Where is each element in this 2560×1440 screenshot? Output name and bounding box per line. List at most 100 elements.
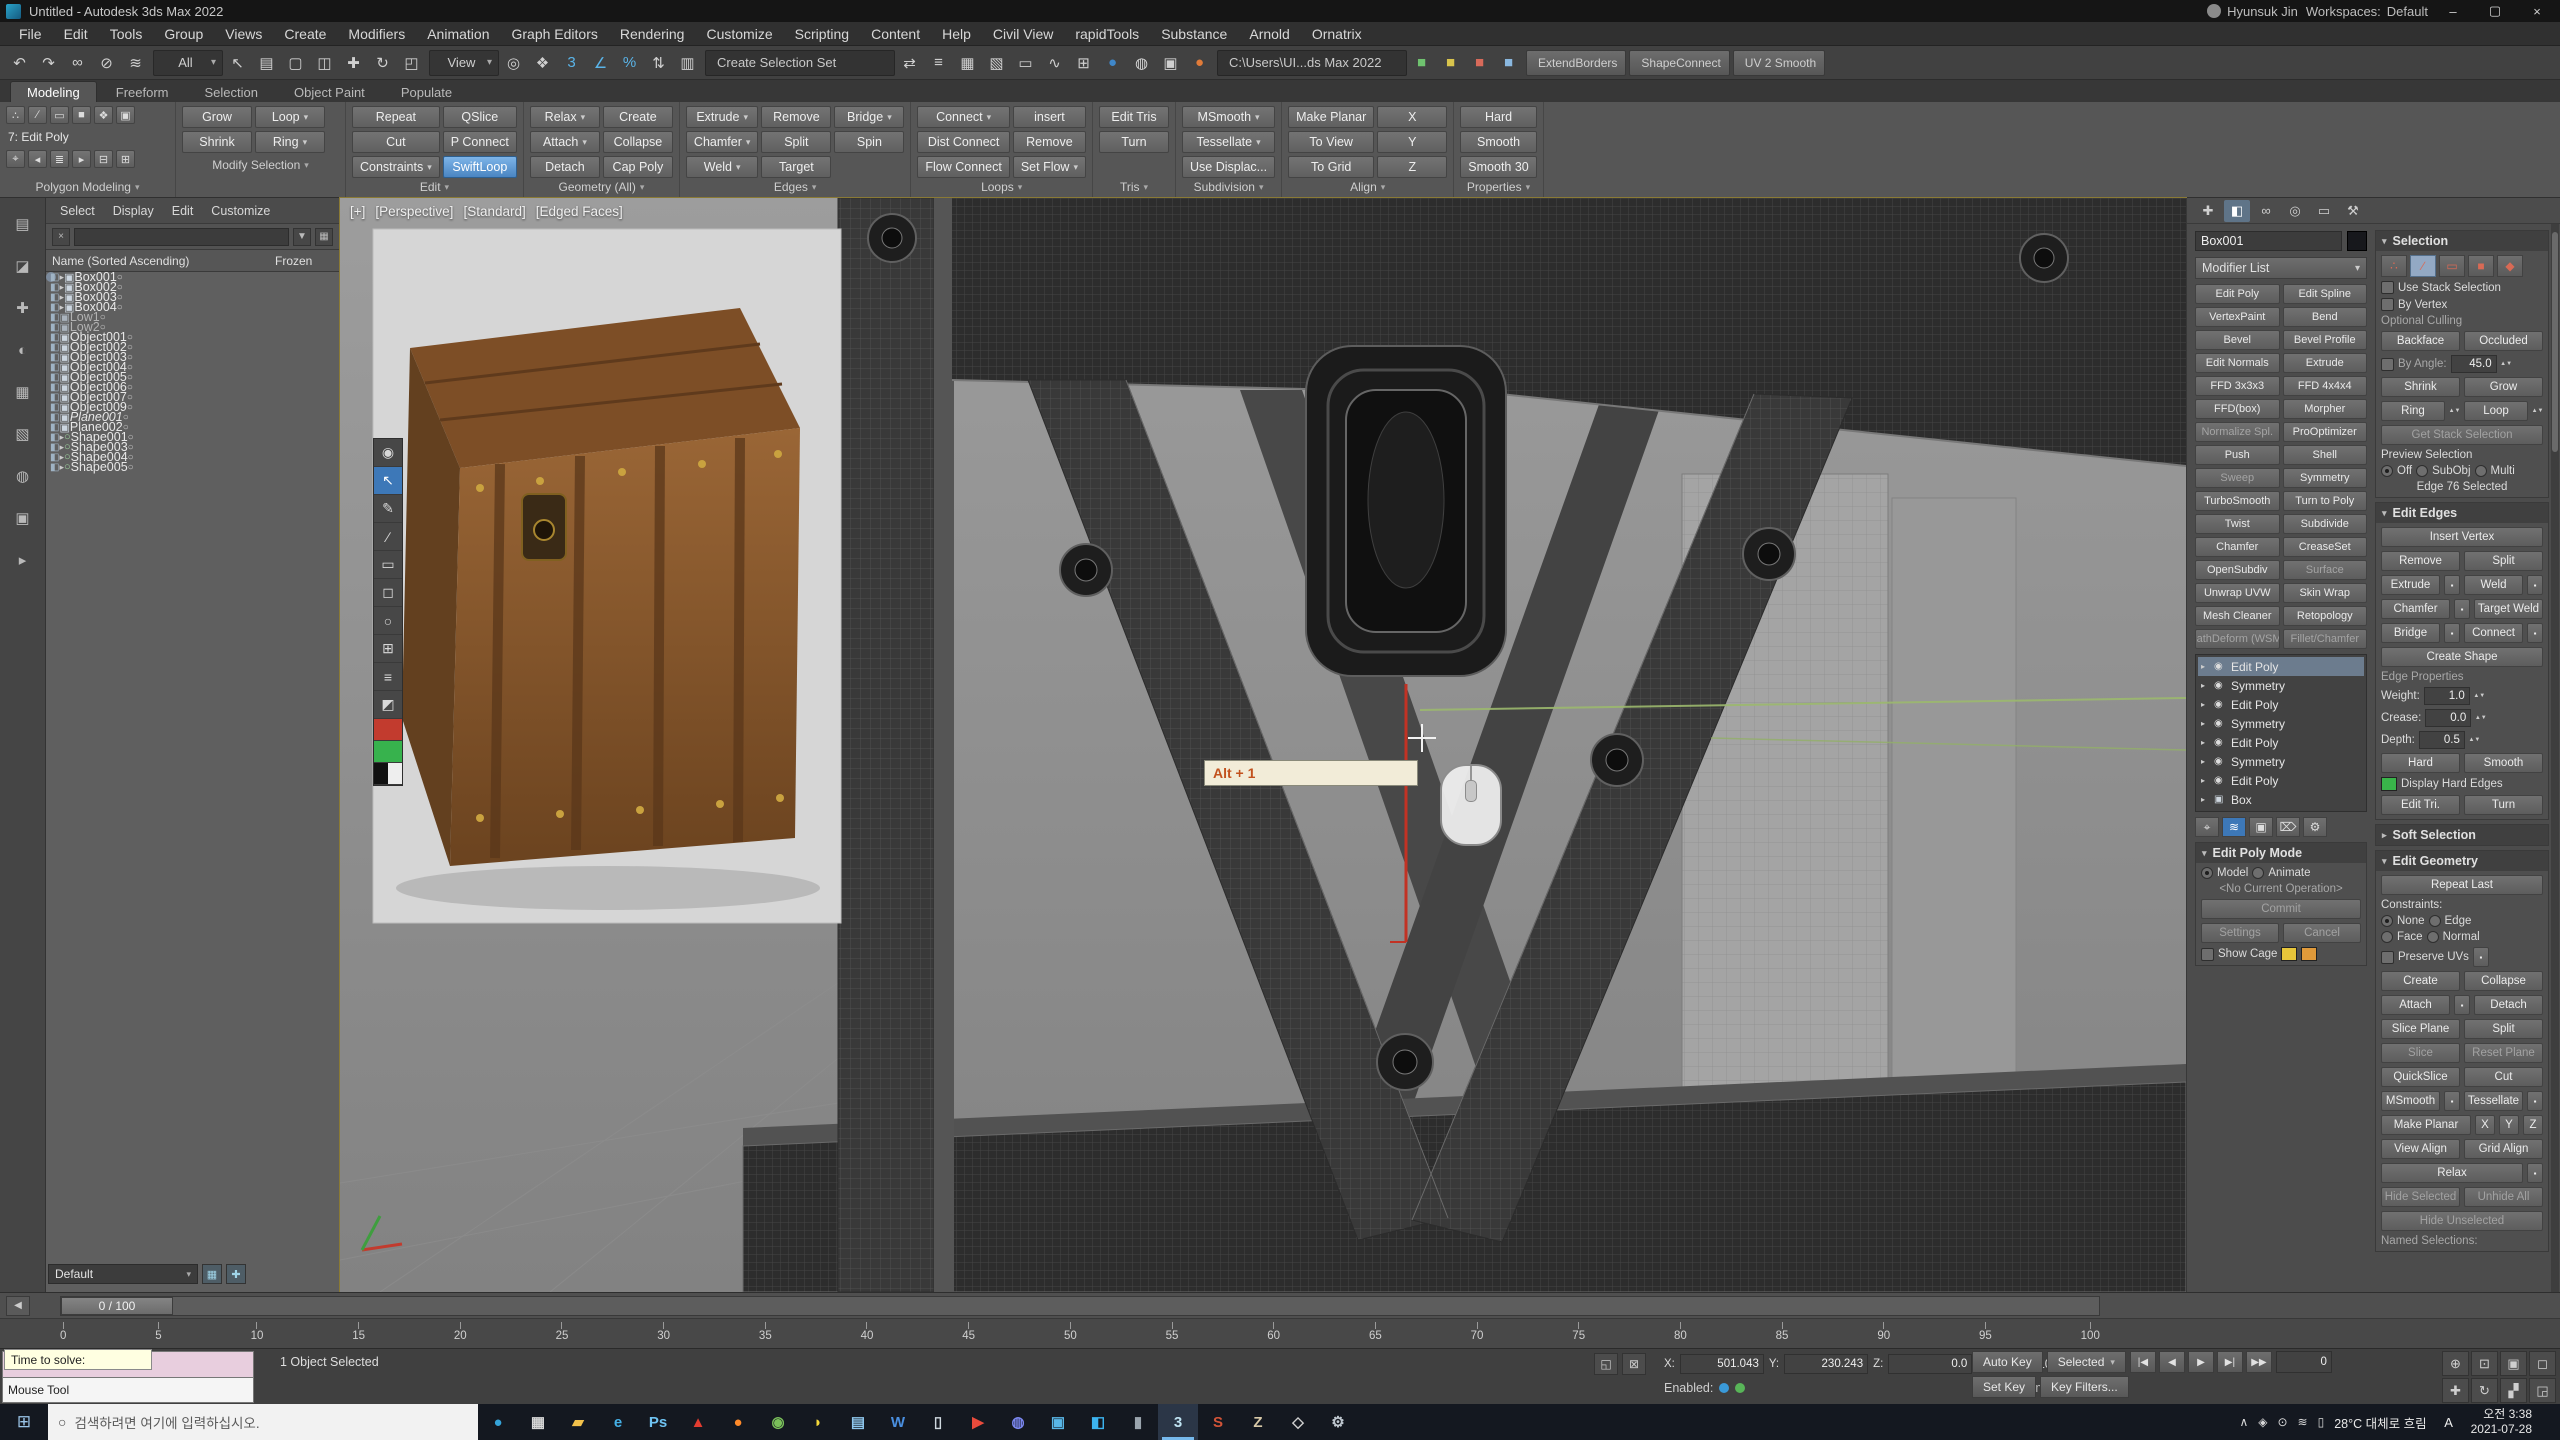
chamfer-settings-caddy-icon[interactable]: ▪ xyxy=(2454,599,2470,619)
settings-button[interactable]: Settings xyxy=(2201,923,2279,943)
crease-spinner[interactable]: ▲▼ xyxy=(2475,709,2486,727)
modifier-preset-button[interactable]: Mesh Cleaner xyxy=(2195,606,2280,626)
tray-expand-icon[interactable]: ∧ xyxy=(2239,1415,2248,1429)
menu-item[interactable]: Scripting xyxy=(784,22,860,46)
select-and-scale-icon[interactable]: ◰ xyxy=(400,50,426,76)
explorer-menu-item[interactable]: Customize xyxy=(203,204,278,218)
toggle-ribbon-icon[interactable]: ▭ xyxy=(1014,50,1040,76)
edge-subobject-icon[interactable]: ∕ xyxy=(2410,255,2436,277)
ribbon-button[interactable]: To View xyxy=(1288,131,1374,153)
viewport-tab-arrow-icon[interactable]: ▸ xyxy=(11,548,35,572)
rendered-frame-icon[interactable]: ▣ xyxy=(1159,50,1185,76)
expand-icon[interactable] xyxy=(2201,757,2210,766)
tessellate-settings-caddy-icon[interactable]: ▪ xyxy=(2527,1091,2543,1111)
modifier-preset-button[interactable]: Edit Poly xyxy=(2195,284,2280,304)
unhide-all-button[interactable]: Unhide All xyxy=(2464,1187,2543,1207)
constraint-edge-radio[interactable] xyxy=(2429,915,2441,927)
percent-snap-icon[interactable]: % xyxy=(618,50,644,76)
set-key-button[interactable]: Set Key xyxy=(1972,1376,2036,1398)
show-cage-checkbox[interactable] xyxy=(2201,948,2214,961)
polygon-mode-icon[interactable]: ■ xyxy=(72,106,91,124)
constraint-face-radio[interactable] xyxy=(2381,931,2393,943)
modifier-preset-button[interactable]: Bevel xyxy=(2195,330,2280,350)
visibility-eye-icon[interactable] xyxy=(2214,680,2227,691)
explorer-menu-item[interactable]: Display xyxy=(105,204,162,218)
modifier-preset-button[interactable]: ProOptimizer xyxy=(2283,422,2368,442)
ribbon-tab[interactable]: Populate xyxy=(384,81,469,102)
enabled-indicator-green[interactable] xyxy=(1735,1383,1745,1393)
ribbon-button[interactable]: Chamfer xyxy=(686,131,758,153)
ribbon-button[interactable]: Remove xyxy=(1013,131,1086,153)
extrude-settings-caddy-icon[interactable]: ▪ xyxy=(2444,575,2460,595)
square-icon[interactable]: ◻ xyxy=(374,579,402,607)
configure-modifier-sets-icon[interactable]: ⚙ xyxy=(2303,817,2327,837)
previous-modifier-icon[interactable]: ◂ xyxy=(28,150,47,168)
modifier-preset-button[interactable]: VertexPaint xyxy=(2195,307,2280,327)
taskbar-cortana[interactable]: ● xyxy=(478,1404,518,1440)
expand-icon[interactable] xyxy=(2201,776,2210,785)
element-subobject-icon[interactable]: ◆ xyxy=(2497,255,2523,277)
command-panel-scrollbar[interactable] xyxy=(2551,224,2559,1292)
tab-create[interactable]: ✚ xyxy=(2195,200,2221,222)
crease-value[interactable]: 0.0 xyxy=(2425,709,2471,727)
taskbar-discord[interactable]: ◍ xyxy=(998,1404,1038,1440)
visibility-eye-icon[interactable] xyxy=(2214,661,2227,672)
ribbon-button[interactable]: Spin xyxy=(834,131,904,153)
modifier-preset-button[interactable]: Bevel Profile xyxy=(2283,330,2368,350)
taskbar-notepad[interactable]: ▯ xyxy=(918,1404,958,1440)
chamfer-button[interactable]: Chamfer xyxy=(2381,599,2450,619)
ribbon-button[interactable]: MSmooth xyxy=(1182,106,1275,128)
modifier-preset-button[interactable]: Shell xyxy=(2283,445,2368,465)
taskbar-search[interactable]: ○ 검색하려면 여기에 입력하십시오. xyxy=(48,1404,478,1440)
ribbon-button[interactable]: Repeat xyxy=(352,106,440,128)
viewport-edged-faces-label[interactable]: [Edged Faces] xyxy=(536,204,623,219)
modifier-preset-button[interactable]: FFD 4x4x4 xyxy=(2283,376,2368,396)
scene-object-row[interactable]: ◧ ○ Shape004 xyxy=(46,452,56,462)
render-production-icon[interactable]: ● xyxy=(1188,50,1214,76)
border-subobject-icon[interactable]: ▭ xyxy=(2439,255,2465,277)
add-layer-icon[interactable]: ✚ xyxy=(226,1264,246,1284)
occluded-button[interactable]: Occluded xyxy=(2464,331,2543,351)
menu-item[interactable]: Graph Editors xyxy=(500,22,608,46)
restore-button[interactable]: ▢ xyxy=(2478,0,2512,22)
menu-item[interactable]: Rendering xyxy=(609,22,696,46)
tab-modify[interactable]: ◧ xyxy=(2224,200,2250,222)
by-angle-checkbox[interactable] xyxy=(2381,358,2394,371)
next-frame-icon[interactable]: ▶| xyxy=(2217,1351,2243,1373)
dock-grid-icon[interactable]: ▦ xyxy=(11,380,35,404)
maximize-viewport-icon[interactable]: ◲ xyxy=(2529,1378,2556,1403)
taskbar-firefox[interactable]: ● xyxy=(718,1404,758,1440)
ribbon-button[interactable]: Attach xyxy=(530,131,600,153)
scene-object-row[interactable]: ◧ ▣ Object006 xyxy=(46,382,56,392)
ribbon-button[interactable]: Relax xyxy=(530,106,600,128)
taskbar-zbrush[interactable]: Z xyxy=(1238,1404,1278,1440)
modifier-preset-button[interactable]: FFD 3x3x3 xyxy=(2195,376,2280,396)
bridge-settings-caddy-icon[interactable]: ▪ xyxy=(2444,623,2460,643)
edit-tri-button[interactable]: Edit Tri. xyxy=(2381,795,2460,815)
smooth-button[interactable]: Smooth xyxy=(2464,753,2543,773)
modifier-preset-button[interactable]: Morpher xyxy=(2283,399,2368,419)
modifier-list-dropdown[interactable]: Modifier List xyxy=(2195,257,2367,279)
scene-object-row[interactable]: ◧ ○ Shape001 xyxy=(46,432,56,442)
weather-widget[interactable]: 28°C 대체로 흐림 xyxy=(2334,1413,2426,1432)
ribbon-button[interactable]: Y xyxy=(1377,131,1447,153)
current-frame-field[interactable]: 0 xyxy=(2276,1351,2332,1373)
menu-item[interactable]: Edit xyxy=(53,22,99,46)
active-layer-dropdown[interactable]: Default xyxy=(48,1264,198,1284)
dock-scene-explorer-icon[interactable]: ▤ xyxy=(11,212,35,236)
modifier-preset-button[interactable]: Surface xyxy=(2283,560,2368,580)
show-end-result-icon[interactable]: ≣ xyxy=(50,150,69,168)
depth-value[interactable]: 0.5 xyxy=(2419,731,2465,749)
hide-unselected-button[interactable]: Hide Unselected xyxy=(2381,1211,2543,1231)
orbit-icon[interactable]: ↻ xyxy=(2471,1378,2498,1403)
ribbon-button[interactable]: Set Flow xyxy=(1013,156,1086,178)
scene-object-row[interactable]: ◧ ▣ Plane001 xyxy=(46,412,56,422)
go-to-end-icon[interactable]: ▶▶ xyxy=(2246,1351,2272,1373)
frozen-toggle[interactable] xyxy=(128,462,134,473)
make-planar-button[interactable]: Make Planar xyxy=(2381,1115,2471,1135)
ribbon-button[interactable]: Create xyxy=(603,106,673,128)
scene-object-row[interactable]: ◧ ▣ Object009 xyxy=(46,402,56,412)
zoom-region-icon[interactable]: ◻ xyxy=(2529,1351,2556,1376)
window-crossing-icon[interactable]: ◫ xyxy=(313,50,339,76)
viewport-plus-menu[interactable]: [+] xyxy=(350,204,365,219)
